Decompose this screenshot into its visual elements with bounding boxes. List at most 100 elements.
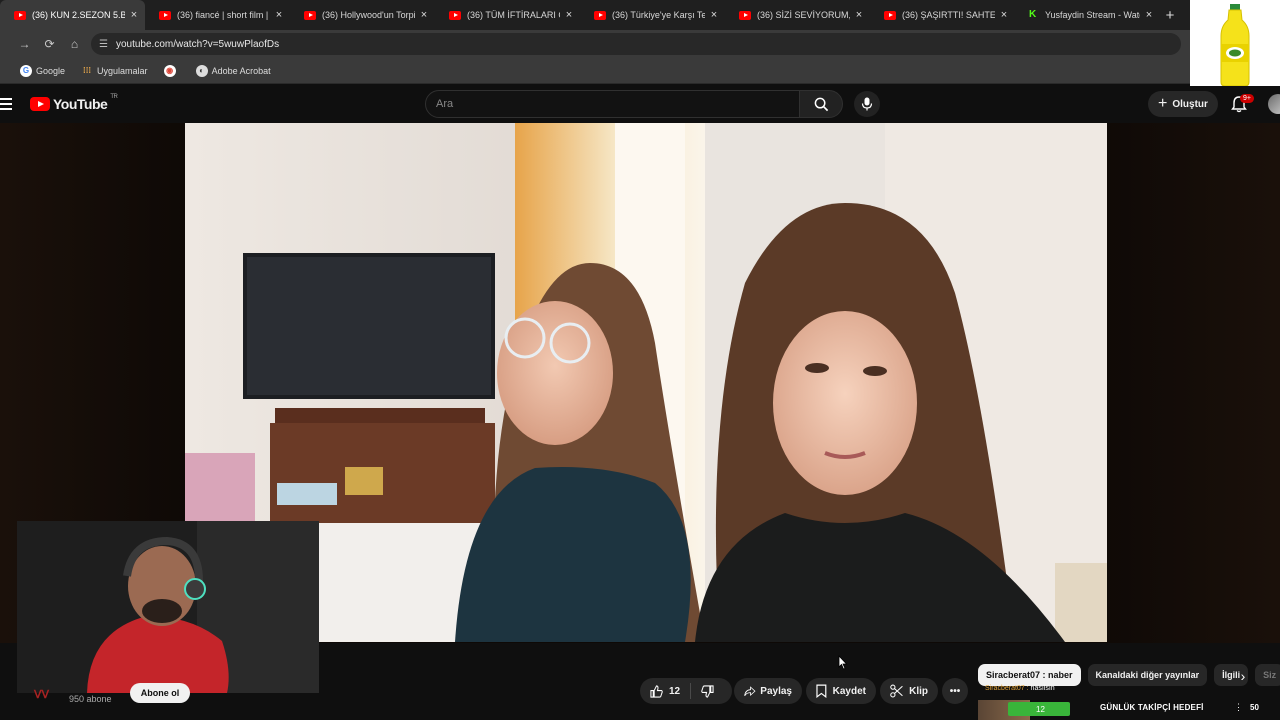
tab-title: (36) SİZİ SEVİYORUM, SİZ <box>757 10 850 20</box>
mouse-cursor-icon <box>838 655 848 670</box>
youtube-icon <box>884 10 896 20</box>
home-icon[interactable]: ⌂ <box>62 37 87 51</box>
follower-count: 12 <box>1036 704 1045 714</box>
streamer-webcam-overlay <box>17 521 319 693</box>
bookmark-google[interactable]: G Google <box>20 64 66 77</box>
channel-logo[interactable]: ᐯᐯ <box>34 688 60 702</box>
tab-title: (36) TÜM İFTİRALARI ÇÖZ <box>467 10 560 20</box>
more-actions-button[interactable]: ••• <box>942 678 968 704</box>
bookmark-label: Adobe Acrobat <box>211 65 271 76</box>
share-label: Paylaş <box>760 685 792 697</box>
back-arrow-icon[interactable]: → <box>12 37 37 51</box>
plus-icon: + <box>1158 95 1168 112</box>
bookmark-adobe[interactable]: ◐ Adobe Acrobat <box>195 64 271 77</box>
chat-text: nasılsın <box>1030 685 1055 692</box>
microphone-icon <box>861 97 873 111</box>
site-settings-icon[interactable]: ☰ <box>99 39 108 50</box>
close-tab-icon[interactable]: × <box>999 9 1009 21</box>
browser-tab[interactable]: (36) KUN 2.SEZON 5.BÖLÜ × <box>0 0 145 30</box>
save-label: Kaydet <box>832 685 866 697</box>
tab-title: (36) Türkiye'ye Karşı Terör <box>612 10 705 20</box>
search-input[interactable]: Ara <box>425 90 800 118</box>
stream-chat-message: Siracberat07 : nasılsın <box>985 685 1055 692</box>
bookmark-icon <box>816 684 827 698</box>
close-tab-icon[interactable]: × <box>274 9 284 21</box>
like-button[interactable]: 12 <box>640 678 690 704</box>
close-tab-icon[interactable]: × <box>564 9 574 21</box>
chevron-right-icon[interactable]: › <box>1234 666 1252 686</box>
bottle-graphic <box>1220 4 1250 87</box>
youtube-icon <box>304 10 316 20</box>
bookmark-chrome[interactable]: ◉ <box>163 64 180 77</box>
adobe-icon: ◐ <box>195 64 208 77</box>
subscribe-button[interactable]: Abone ol <box>130 683 190 703</box>
save-button[interactable]: Kaydet <box>806 678 876 704</box>
share-button[interactable]: Paylaş <box>734 678 802 704</box>
tab-title: (36) KUN 2.SEZON 5.BÖLÜ <box>32 10 125 20</box>
thumbs-up-icon <box>650 684 663 698</box>
youtube-logo-text: YouTube <box>53 96 108 112</box>
bookmarks-bar: G Google ⁞⁞⁞ Uygulamalar ◉ ◐ Adobe Acrob… <box>0 58 1190 84</box>
apps-grid-icon: ⁞⁞⁞ <box>83 66 92 75</box>
follower-goal-label: GÜNLÜK TAKİPÇİ HEDEFİ <box>1100 703 1204 712</box>
close-tab-icon[interactable]: × <box>419 9 429 21</box>
bottle-overlay-image <box>1190 0 1280 90</box>
new-tab-button[interactable]: + <box>1160 0 1180 30</box>
chip-filter[interactable]: Kanaldaki diğer yayınlar <box>1087 664 1208 686</box>
video-frame-scene <box>185 123 1107 642</box>
browser-tab[interactable]: (36) ŞAŞIRTTI! SAHTEKAR × <box>870 0 1015 30</box>
browser-tab[interactable]: (36) Türkiye'ye Karşı Terör × <box>580 0 725 30</box>
create-button[interactable]: + Oluştur <box>1148 91 1218 117</box>
youtube-icon <box>594 10 606 20</box>
tab-title: (36) fiancé | short film | re <box>177 10 270 20</box>
clip-label: Klip <box>909 685 928 697</box>
create-label: Oluştur <box>1172 98 1208 110</box>
browser-tab[interactable]: Yusfaydin Stream - Watch × <box>1015 0 1160 30</box>
close-tab-icon[interactable]: × <box>1144 9 1154 21</box>
youtube-icon <box>14 10 26 20</box>
youtube-icon <box>739 10 751 20</box>
browser-tab[interactable]: (36) SİZİ SEVİYORUM, SİZ × <box>725 0 870 30</box>
dislike-button[interactable] <box>691 678 724 704</box>
browser-tab[interactable]: (36) TÜM İFTİRALARI ÇÖZ × <box>435 0 580 30</box>
share-arrow-icon <box>744 685 756 696</box>
voice-search-button[interactable] <box>854 91 880 117</box>
like-count: 12 <box>669 685 681 697</box>
reload-icon[interactable]: ⟳ <box>37 37 62 51</box>
bookmark-label: Google <box>36 65 66 76</box>
browser-tab[interactable]: (36) fiancé | short film | re × <box>145 0 290 30</box>
notification-count-badge: 9+ <box>1240 94 1254 103</box>
youtube-logo[interactable]: YouTube TR <box>30 94 118 112</box>
search-icon <box>814 97 828 111</box>
tab-title: Yusfaydin Stream - Watch <box>1045 10 1140 20</box>
youtube-masthead: YouTube TR Ara + Oluştur <box>0 86 1280 122</box>
browser-tab[interactable]: (36) Hollywood'un Torpil × <box>290 0 435 30</box>
close-tab-icon[interactable]: × <box>709 9 719 21</box>
menu-icon[interactable] <box>0 98 12 110</box>
follower-goal-progress: 12 <box>1008 702 1070 716</box>
region-code: TR <box>110 94 118 100</box>
youtube-icon <box>159 10 171 20</box>
like-dislike-group: 12 <box>640 678 732 704</box>
scissors-icon <box>890 684 903 698</box>
url-text: youtube.com/watch?v=5wuwPlaofDs <box>115 38 280 50</box>
bookmark-apps[interactable]: ⁞⁞⁞ Uygulamalar <box>81 65 148 77</box>
close-tab-icon[interactable]: × <box>854 9 864 21</box>
chat-username: Siracberat07 : <box>985 685 1029 692</box>
chip-filter[interactable]: Siracberat07 : naber <box>978 664 1081 686</box>
overlay-more-icon: ⋮ <box>1234 702 1243 712</box>
youtube-icon <box>449 10 461 20</box>
browser-tab-strip: (36) KUN 2.SEZON 5.BÖLÜ × (36) fiancé | … <box>0 0 1190 30</box>
subscriber-count: 950 abone <box>69 694 112 704</box>
address-bar[interactable]: ☰ youtube.com/watch?v=5wuwPlaofDs <box>91 33 1181 55</box>
close-tab-icon[interactable]: × <box>129 9 139 21</box>
clip-button[interactable]: Klip <box>880 678 938 704</box>
thumbs-down-icon <box>701 684 714 698</box>
chip-filter[interactable]: Siz <box>1255 664 1280 686</box>
video-player[interactable] <box>185 123 1107 642</box>
kick-icon <box>1029 9 1039 20</box>
search-button[interactable] <box>799 90 843 118</box>
browser-toolbar: → ⟳ ⌂ ☰ youtube.com/watch?v=5wuwPlaofDs <box>0 30 1190 58</box>
webcam-scene <box>17 521 319 693</box>
google-icon: G <box>20 64 32 77</box>
